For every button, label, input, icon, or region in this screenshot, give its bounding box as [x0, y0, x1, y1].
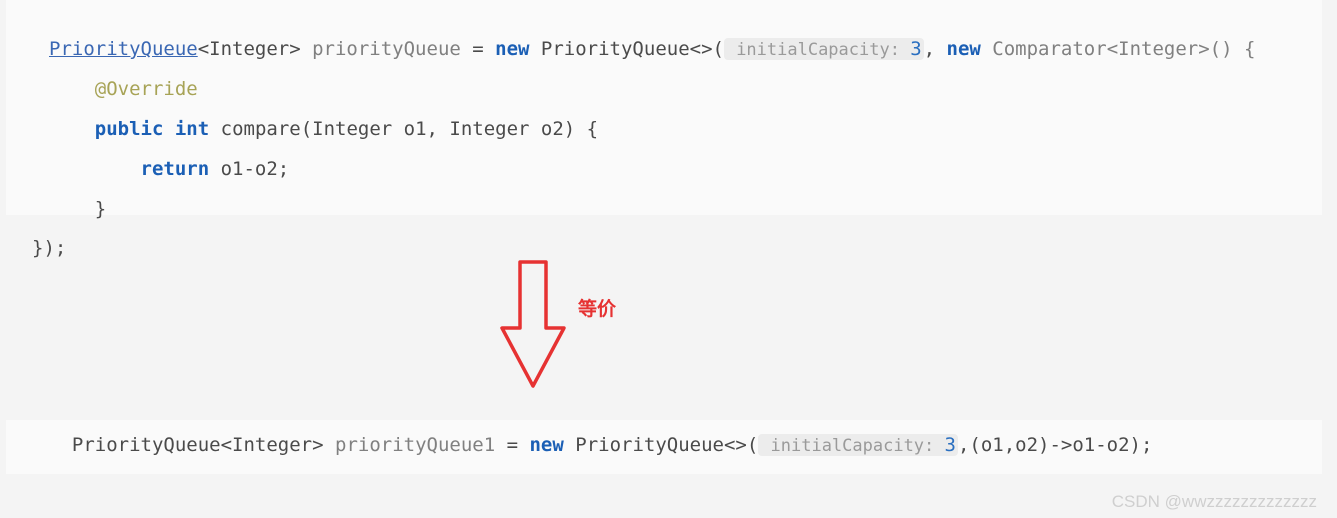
keyword-new: new: [947, 38, 981, 60]
watermark: CSDN @wwzzzzzzzzzzzzz: [1112, 492, 1317, 512]
type: PriorityQueue<Integer>: [72, 434, 324, 456]
rest: ,(o1,o2)->o1-o2);: [958, 434, 1152, 456]
type-link: PriorityQueue: [49, 38, 198, 60]
annotation: @Override: [95, 78, 198, 100]
ctor: PriorityQueue<>(: [564, 434, 758, 456]
code-line: PriorityQueue<Integer> priorityQueue1 = …: [6, 426, 1322, 466]
code-line: });: [6, 229, 1322, 269]
code-block-top: PriorityQueue<Integer> priorityQueue = n…: [6, 0, 1322, 215]
ctor: PriorityQueue<>(: [529, 38, 723, 60]
expr: o1-o2;: [209, 158, 289, 180]
code-line: }: [6, 190, 1322, 230]
keyword-new: new: [495, 38, 529, 60]
brace: }: [95, 198, 106, 220]
number: 3: [910, 38, 921, 60]
arrow-label: 等价: [578, 294, 616, 321]
variable: priorityQueue1: [324, 434, 496, 456]
equals: =: [495, 434, 529, 456]
indent: [49, 198, 95, 220]
param-hint: initialCapacity: 3: [724, 38, 924, 60]
code-block-bottom: PriorityQueue<Integer> priorityQueue1 = …: [6, 420, 1322, 474]
signature: compare(Integer o1, Integer o2) {: [209, 118, 598, 140]
brace: });: [32, 237, 66, 259]
param-hint: initialCapacity: 3: [758, 434, 958, 456]
variable: priorityQueue: [301, 38, 461, 60]
comma: ,: [924, 38, 947, 60]
space: [163, 118, 174, 140]
generic: <Integer>: [198, 38, 301, 60]
number: 3: [945, 434, 956, 456]
indent: [49, 158, 141, 180]
keyword-int: int: [175, 118, 209, 140]
code-line: return o1-o2;: [6, 150, 1322, 190]
indent: [49, 118, 95, 140]
arrow-down-icon: [498, 258, 568, 398]
comparator: Comparator<Integer>() {: [981, 38, 1256, 60]
code-line: PriorityQueue<Integer> priorityQueue = n…: [6, 30, 1322, 70]
code-line: @Override: [6, 70, 1322, 110]
keyword-return: return: [141, 158, 210, 180]
indent: [49, 78, 95, 100]
code-line: public int compare(Integer o1, Integer o…: [6, 110, 1322, 150]
equals: =: [461, 38, 495, 60]
keyword-new: new: [529, 434, 563, 456]
indent: [49, 434, 72, 456]
keyword-public: public: [95, 118, 164, 140]
